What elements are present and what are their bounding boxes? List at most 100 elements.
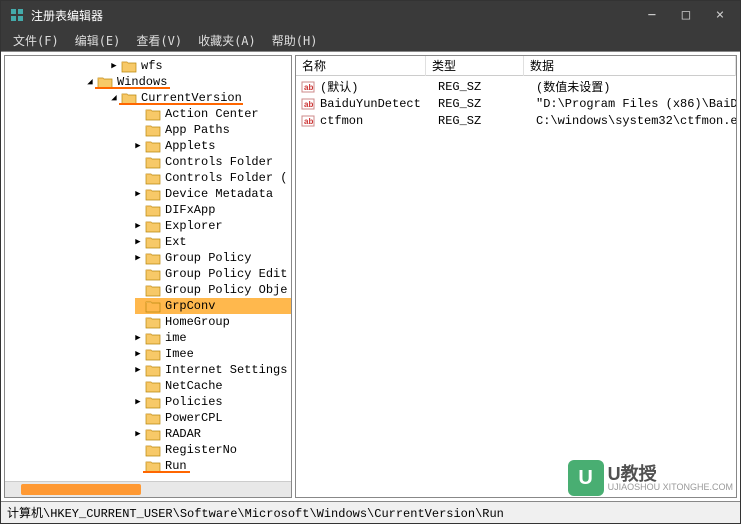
col-header-name[interactable]: 名称 bbox=[296, 55, 426, 76]
tree-item-label: Internet Settings bbox=[163, 363, 289, 377]
folder-icon bbox=[145, 107, 161, 121]
tree-hscroll-thumb[interactable] bbox=[21, 484, 141, 495]
folder-icon bbox=[145, 443, 161, 457]
menu-help[interactable]: 帮助(H) bbox=[266, 30, 324, 51]
tree-pane[interactable]: ▶wfs◢Windows◢CurrentVersion Action Cente… bbox=[4, 55, 292, 498]
folder-icon bbox=[145, 139, 161, 153]
menu-file[interactable]: 文件(F) bbox=[7, 30, 65, 51]
tree-hscrollbar[interactable] bbox=[5, 481, 291, 497]
list-pane[interactable]: 名称 类型 数据 ab(默认)REG_SZ(数值未设置)abBaiduYunDe… bbox=[295, 55, 737, 498]
highlight-underline bbox=[119, 103, 243, 105]
tree-item-label: Imee bbox=[163, 347, 196, 361]
tree-item[interactable]: ▶Explorer bbox=[5, 218, 291, 234]
expander-icon[interactable]: ◢ bbox=[109, 93, 119, 103]
tree-item[interactable]: Group Policy Edit bbox=[5, 266, 291, 282]
watermark-title: U教授 bbox=[608, 465, 733, 483]
folder-icon bbox=[145, 283, 161, 297]
app-icon bbox=[9, 7, 25, 23]
menu-edit[interactable]: 编辑(E) bbox=[69, 30, 127, 51]
tree-item[interactable]: ▶Ext bbox=[5, 234, 291, 250]
value-type: REG_SZ bbox=[438, 80, 536, 94]
tree-item-label: Action Center bbox=[163, 107, 261, 121]
string-value-icon: ab bbox=[300, 96, 316, 112]
tree-item[interactable]: NetCache bbox=[5, 378, 291, 394]
expander-icon[interactable]: ▶ bbox=[133, 429, 143, 439]
tree-item[interactable]: ▶Applets bbox=[5, 138, 291, 154]
expander-icon[interactable]: ▶ bbox=[109, 61, 119, 71]
tree-item[interactable]: Controls Folder bbox=[5, 154, 291, 170]
svg-text:ab: ab bbox=[304, 117, 313, 126]
expander-icon[interactable]: ▶ bbox=[133, 253, 143, 263]
status-path: 计算机\HKEY_CURRENT_USER\Software\Microsoft… bbox=[7, 504, 504, 521]
tree-item-label: GrpConv bbox=[163, 299, 217, 313]
watermark: U教授 UJIAOSHOU XITONGHE.COM bbox=[568, 460, 733, 496]
registry-value-row[interactable]: ab(默认)REG_SZ(数值未设置) bbox=[296, 78, 736, 95]
string-value-icon: ab bbox=[300, 79, 316, 95]
expander-icon[interactable]: ▶ bbox=[133, 141, 143, 151]
registry-value-row[interactable]: abBaiduYunDetectREG_SZ"D:\Program Files … bbox=[296, 95, 736, 112]
tree-item-label: Group Policy bbox=[163, 251, 253, 265]
tree-item-label: App Paths bbox=[163, 123, 232, 137]
svg-text:ab: ab bbox=[304, 100, 313, 109]
tree-item[interactable]: App Paths bbox=[5, 122, 291, 138]
tree-item-label: PowerCPL bbox=[163, 411, 225, 425]
svg-text:ab: ab bbox=[304, 83, 313, 92]
string-value-icon: ab bbox=[300, 113, 316, 129]
expander-icon[interactable]: ▶ bbox=[133, 221, 143, 231]
value-data: C:\windows\system32\ctfmon.exe bbox=[536, 114, 736, 128]
tree-item[interactable]: Action Center bbox=[5, 106, 291, 122]
tree-item-label: RADAR bbox=[163, 427, 203, 441]
folder-icon bbox=[145, 203, 161, 217]
folder-icon bbox=[145, 299, 161, 313]
tree-item[interactable]: ▶Device Metadata bbox=[5, 186, 291, 202]
value-name: ctfmon bbox=[320, 114, 438, 128]
folder-icon bbox=[145, 267, 161, 281]
tree-item[interactable]: GrpConv bbox=[5, 298, 291, 314]
folder-icon bbox=[145, 427, 161, 441]
registry-value-row[interactable]: abctfmonREG_SZC:\windows\system32\ctfmon… bbox=[296, 112, 736, 129]
tree-item[interactable]: ▶ Imee bbox=[5, 346, 291, 362]
expander-icon[interactable]: ▶ bbox=[133, 237, 143, 247]
menu-view[interactable]: 查看(V) bbox=[130, 30, 188, 51]
folder-icon bbox=[145, 315, 161, 329]
expander-icon[interactable]: ▶ bbox=[133, 349, 143, 359]
tree-item[interactable]: DIFxApp bbox=[5, 202, 291, 218]
tree-item[interactable]: RegisterNo bbox=[5, 442, 291, 458]
statusbar: 计算机\HKEY_CURRENT_USER\Software\Microsoft… bbox=[1, 501, 740, 523]
col-header-type[interactable]: 类型 bbox=[426, 55, 524, 76]
tree-item[interactable]: Group Policy Obje bbox=[5, 282, 291, 298]
expander-icon[interactable]: ▶ bbox=[133, 189, 143, 199]
tree-item-label: Controls Folder ( bbox=[163, 171, 289, 185]
value-name: BaiduYunDetect bbox=[320, 97, 438, 111]
tree-item[interactable]: ▶ wfs bbox=[5, 58, 291, 74]
folder-icon bbox=[145, 155, 161, 169]
maximize-button[interactable]: □ bbox=[674, 7, 698, 23]
tree-item[interactable]: ▶ Internet Settings bbox=[5, 362, 291, 378]
expander-icon[interactable]: ▶ bbox=[133, 365, 143, 375]
value-name: (默认) bbox=[320, 78, 438, 95]
col-header-data[interactable]: 数据 bbox=[524, 55, 736, 76]
titlebar[interactable]: 注册表编辑器 − □ × bbox=[1, 1, 740, 29]
tree-item[interactable]: ▶Policies bbox=[5, 394, 291, 410]
watermark-sub: UJIAOSHOU XITONGHE.COM bbox=[608, 483, 733, 492]
expander-icon[interactable]: ▶ bbox=[133, 333, 143, 343]
tree-item[interactable]: HomeGroup bbox=[5, 314, 291, 330]
tree-item[interactable]: PowerCPL bbox=[5, 410, 291, 426]
expander-icon[interactable]: ▶ bbox=[133, 397, 143, 407]
minimize-button[interactable]: − bbox=[640, 7, 664, 23]
tree-item-label: wfs bbox=[139, 59, 165, 73]
tree-item[interactable]: Controls Folder ( bbox=[5, 170, 291, 186]
menu-favorites[interactable]: 收藏夹(A) bbox=[192, 30, 262, 51]
folder-icon bbox=[145, 251, 161, 265]
tree-item[interactable]: ▶ ime bbox=[5, 330, 291, 346]
watermark-logo-icon bbox=[568, 460, 604, 496]
expander-icon[interactable]: ◢ bbox=[85, 77, 95, 87]
close-button[interactable]: × bbox=[708, 7, 732, 23]
content-area: ▶wfs◢Windows◢CurrentVersion Action Cente… bbox=[1, 51, 740, 501]
tree-item-label: ime bbox=[163, 331, 189, 345]
tree-item-label: DIFxApp bbox=[163, 203, 217, 217]
tree-item[interactable]: ▶ Group Policy bbox=[5, 250, 291, 266]
tree-item[interactable]: ▶ RADAR bbox=[5, 426, 291, 442]
folder-icon bbox=[145, 331, 161, 345]
tree-item-label: Group Policy Obje bbox=[163, 283, 289, 297]
